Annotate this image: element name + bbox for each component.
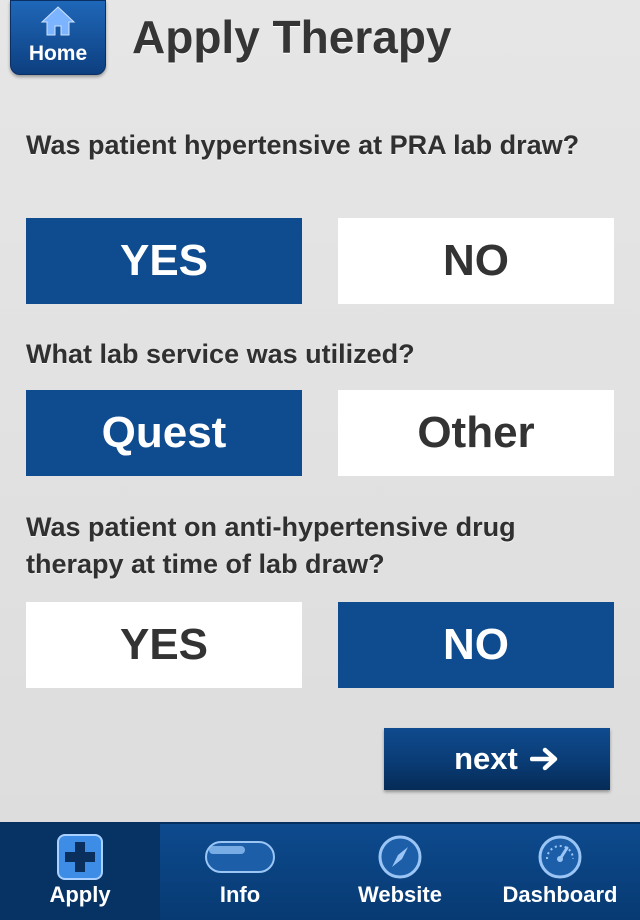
q3-yes-button[interactable]: YES xyxy=(26,602,302,688)
page-title: Apply Therapy xyxy=(132,11,452,63)
arrow-right-icon xyxy=(529,747,558,771)
plus-icon xyxy=(57,834,103,880)
tab-dashboard[interactable]: Dashboard xyxy=(480,824,640,920)
gauge-icon xyxy=(538,835,582,879)
next-button[interactable]: next xyxy=(384,728,610,790)
home-icon xyxy=(40,6,76,36)
q3-no-button[interactable]: NO xyxy=(338,602,614,688)
q2-other-button[interactable]: Other xyxy=(338,390,614,476)
question-hypertensive: Was patient hypertensive at PRA lab draw… xyxy=(26,130,580,160)
q1-no-button[interactable]: NO xyxy=(338,218,614,304)
tab-info-label: Info xyxy=(219,882,261,907)
home-label: Home xyxy=(28,42,88,65)
q2-quest-button[interactable]: Quest xyxy=(26,390,302,476)
question-drug-therapy: Was patient on anti-hypertensive drug th… xyxy=(26,512,516,579)
tab-info[interactable]: Info xyxy=(160,824,320,920)
question-lab-service: What lab service was utilized? xyxy=(26,339,415,369)
q1-yes-button[interactable]: YES xyxy=(26,218,302,304)
tab-dashboard-label: Dashboard xyxy=(502,882,618,907)
compass-icon xyxy=(378,835,422,879)
home-button[interactable]: Home xyxy=(10,0,106,75)
tab-bar: Apply Info Website Dashboard xyxy=(0,822,640,920)
tab-website-label: Website xyxy=(358,882,442,907)
tab-website[interactable]: Website xyxy=(320,824,480,920)
capsule-icon xyxy=(205,841,275,873)
next-label: next xyxy=(454,741,518,776)
tab-apply[interactable]: Apply xyxy=(0,824,160,920)
tab-apply-label: Apply xyxy=(49,882,111,907)
